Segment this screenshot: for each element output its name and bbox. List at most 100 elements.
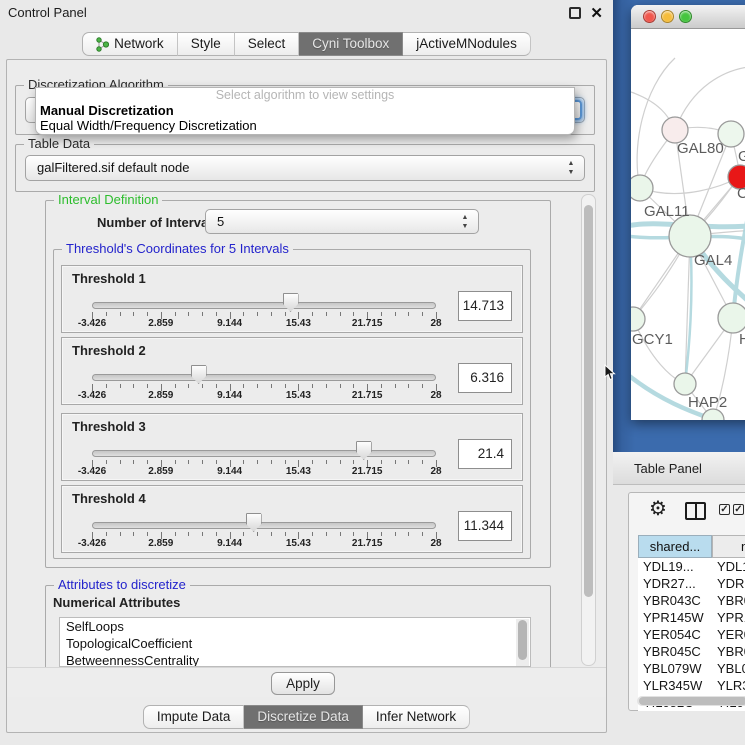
network-node-label: GAL80 [677, 140, 724, 157]
slider-tick [243, 460, 244, 464]
table-data-combobox[interactable]: galFiltered.sif default node ▲▼ [25, 155, 585, 181]
attribute-item[interactable]: SelfLoops [60, 618, 530, 635]
table-cell[interactable]: YPR145W [638, 609, 712, 626]
network-window-titlebar[interactable] [631, 5, 745, 29]
slider-tick [422, 460, 423, 464]
slider-tick-label: 15.43 [286, 538, 311, 549]
table-row[interactable]: YBR043CYBR0 [638, 592, 745, 609]
table-row[interactable]: YDR27...YDR2 [638, 575, 745, 592]
settings-scrollbar-thumb[interactable] [584, 205, 593, 597]
columns-icon[interactable] [685, 502, 706, 520]
slider-tick [133, 312, 134, 316]
checkbox-icon[interactable]: ✓ [733, 504, 744, 515]
threshold-value-field[interactable]: 6.316 [458, 363, 512, 393]
table-cell[interactable]: YDL1 [712, 558, 745, 575]
slider-tick [243, 384, 244, 388]
bottom-tab-bar: Impute DataDiscretize DataInfer Network [7, 705, 606, 729]
network-canvas[interactable]: GAL80GCGAL11GAL4GCY1HHAP2 [631, 30, 745, 420]
table-cell[interactable]: YER054C [638, 626, 712, 643]
close-traffic-light-icon[interactable] [643, 10, 656, 23]
table-cell[interactable]: YBL079W [638, 660, 712, 677]
network-node[interactable] [674, 373, 696, 395]
popup-option[interactable]: Manual Discretization [36, 103, 574, 118]
table-row[interactable]: YLR345WYLR3 [638, 677, 745, 694]
settings-scrollbar[interactable] [581, 194, 596, 666]
attributes-scrollbar[interactable] [516, 619, 529, 667]
slider-tick-label: 2.859 [148, 466, 173, 477]
checkbox-icon[interactable]: ✓ [719, 504, 730, 515]
minimize-traffic-light-icon[interactable] [661, 10, 674, 23]
tab-cyni-toolbox[interactable]: Cyni Toolbox [299, 32, 403, 56]
float-window-icon[interactable] [569, 7, 581, 19]
slider-tick-label: 2.859 [148, 538, 173, 549]
table-cell[interactable]: YPR1 [712, 609, 745, 626]
gear-icon[interactable]: ⚙ [649, 499, 667, 519]
number-of-intervals-combobox[interactable]: 5 ▲▼ [205, 209, 479, 234]
table-row[interactable]: YPR145WYPR1 [638, 609, 745, 626]
table-column-header[interactable]: shared... [638, 535, 712, 558]
table-row[interactable]: YBL079WYBL0 [638, 660, 745, 677]
close-icon[interactable]: ✕ [590, 4, 603, 22]
table-cell[interactable]: YBR045C [638, 643, 712, 660]
combo-arrows-icon: ▲▼ [460, 213, 470, 231]
slider-handle[interactable] [246, 513, 262, 532]
tab-discretize-data[interactable]: Discretize Data [244, 705, 363, 729]
slider-tick [106, 384, 107, 388]
slider-tick-label: -3.426 [78, 318, 106, 329]
network-node[interactable] [631, 175, 653, 201]
slider-tick-label: 15.43 [286, 390, 311, 401]
slider-track[interactable] [92, 374, 436, 381]
table-row[interactable]: YDL19...YDL1 [638, 558, 745, 575]
slider-tick [120, 384, 121, 388]
table-cell[interactable]: YLR3 [712, 677, 745, 694]
table-cell[interactable]: YDR2 [712, 575, 745, 592]
table-hscrollbar[interactable] [637, 696, 745, 706]
attribute-item[interactable]: BetweennessCentrality [60, 652, 530, 667]
table-cell[interactable]: YBL0 [712, 660, 745, 677]
slider-track[interactable] [92, 302, 436, 309]
threshold-value-field[interactable]: 11.344 [458, 511, 512, 541]
tab-style[interactable]: Style [178, 32, 235, 56]
table-cell[interactable]: YBR0 [712, 643, 745, 660]
table-column-header[interactable]: n [712, 535, 745, 558]
numerical-attributes-list[interactable]: SelfLoopsTopologicalCoefficientBetweenne… [59, 617, 531, 667]
table-cell[interactable]: YLR345W [638, 677, 712, 694]
table-row[interactable]: YER054CYER0 [638, 626, 745, 643]
network-node[interactable] [631, 307, 645, 331]
tab-infer-network[interactable]: Infer Network [363, 705, 470, 729]
table-cell[interactable]: YBR0 [712, 592, 745, 609]
slider-track[interactable] [92, 522, 436, 529]
tab-jactivemnodules[interactable]: jActiveMNodules [403, 32, 531, 56]
network-node[interactable] [669, 215, 711, 257]
network-node-label: G [738, 148, 745, 165]
threshold-value-field[interactable]: 21.4 [458, 439, 512, 469]
network-node-label: HAP2 [688, 394, 727, 411]
apply-button[interactable]: Apply [271, 672, 335, 695]
attribute-item[interactable]: TopologicalCoefficient [60, 635, 530, 652]
slider-handle[interactable] [356, 441, 372, 460]
table-cell[interactable]: YER0 [712, 626, 745, 643]
table-row[interactable]: YBR045CYBR0 [638, 643, 745, 660]
zoom-traffic-light-icon[interactable] [679, 10, 692, 23]
threshold-value-field[interactable]: 14.713 [458, 291, 512, 321]
slider-tick [395, 460, 396, 464]
slider-handle[interactable] [191, 365, 207, 384]
slider-handle[interactable] [283, 293, 299, 312]
popup-option[interactable]: Equal Width/Frequency Discretization [36, 118, 574, 133]
slider-tick [133, 460, 134, 464]
tab-network[interactable]: Network [82, 32, 178, 56]
attributes-scrollbar-thumb[interactable] [518, 620, 527, 660]
slider-tick [188, 384, 189, 388]
tab-impute-data[interactable]: Impute Data [143, 705, 245, 729]
slider-tick [326, 312, 327, 316]
slider-track[interactable] [92, 450, 436, 457]
slider-tick [381, 532, 382, 536]
table-cell[interactable]: YDL19... [638, 558, 712, 575]
network-node[interactable] [718, 303, 745, 333]
tab-select[interactable]: Select [235, 32, 300, 56]
table-cell[interactable]: YBR043C [638, 592, 712, 609]
table-hscrollbar-thumb[interactable] [639, 697, 745, 705]
attributes-group-title: Attributes to discretize [54, 577, 190, 592]
slider-tick [147, 384, 148, 388]
table-cell[interactable]: YDR27... [638, 575, 712, 592]
